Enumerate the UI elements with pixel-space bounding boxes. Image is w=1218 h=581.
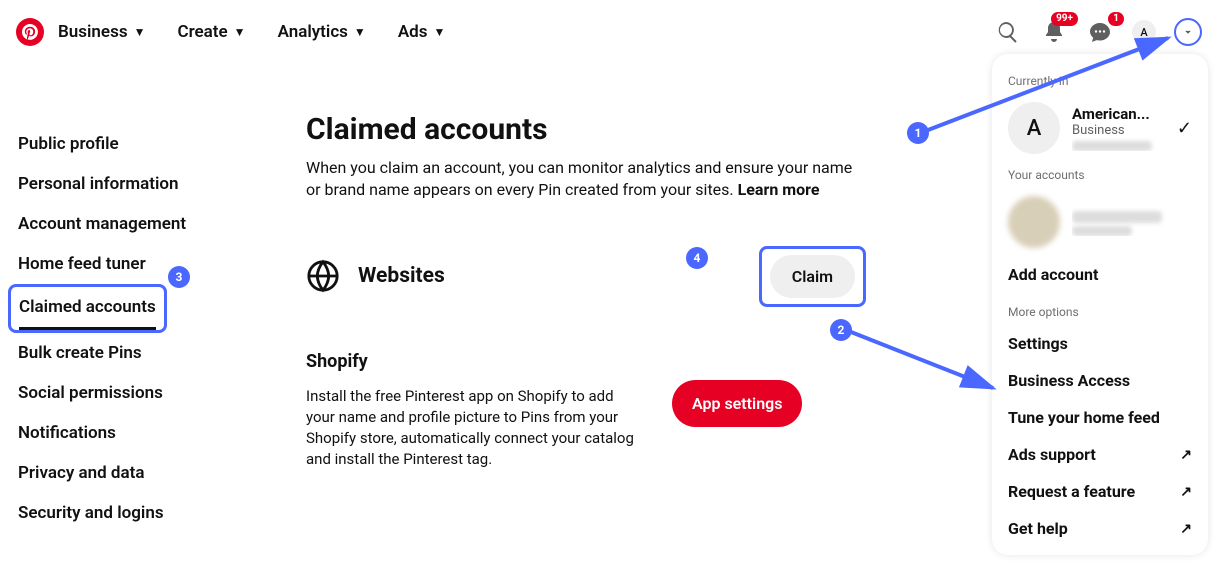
dd-blur-name [1072, 211, 1162, 223]
annotation-arrow-1 [920, 30, 1180, 140]
dd-your-accounts: Your accounts [992, 162, 1208, 188]
shopify-title: Shopify [306, 351, 866, 372]
main-content: Claimed accounts When you claim an accou… [306, 64, 866, 533]
add-account-item[interactable]: Add account [992, 256, 1208, 293]
dd-request-feature[interactable]: Request a feature↗ [992, 473, 1208, 510]
annotation-box-3: Claimed accounts [8, 284, 167, 333]
sidebar-item-bulk-pins[interactable]: Bulk create Pins [18, 333, 142, 373]
notif-badge: 99+ [1051, 12, 1078, 26]
page-title: Claimed accounts [306, 112, 866, 147]
pinterest-logo[interactable] [16, 18, 44, 46]
nav-create[interactable]: Create▼ [177, 22, 245, 42]
sidebar-item-public-profile[interactable]: Public profile [18, 124, 119, 164]
learn-more-link[interactable]: Learn more [738, 180, 820, 199]
websites-section: Websites Claim [306, 246, 866, 307]
annotation-bubble-1: 1 [907, 122, 929, 144]
nav-ads[interactable]: Ads▼ [398, 22, 446, 42]
chevron-down-icon: ▼ [433, 25, 445, 39]
sidebar-item-account-mgmt[interactable]: Account management [18, 204, 186, 244]
chevron-down-icon: ▼ [354, 25, 366, 39]
websites-label: Websites [358, 264, 445, 288]
dd-more-options: More options [992, 299, 1208, 325]
dd-ads-support[interactable]: Ads support↗ [992, 436, 1208, 473]
globe-icon [306, 259, 340, 293]
page-desc: When you claim an account, you can monit… [306, 157, 866, 202]
app-settings-button[interactable]: App settings [672, 380, 802, 427]
shopify-section: Shopify Install the free Pinterest app o… [306, 351, 866, 470]
sidebar-item-security[interactable]: Security and logins [18, 493, 164, 533]
claim-button[interactable]: Claim [770, 255, 855, 298]
nav-analytics[interactable]: Analytics▼ [278, 22, 366, 42]
dd-acct-blur [1072, 141, 1152, 151]
chevron-down-icon: ▼ [134, 25, 146, 39]
dd-avatar-blur [1008, 196, 1060, 248]
sidebar-item-social-perms[interactable]: Social permissions [18, 373, 163, 413]
sidebar-item-personal-info[interactable]: Personal information [18, 164, 179, 204]
dd-other-account[interactable] [992, 188, 1208, 256]
sidebar-item-home-feed[interactable]: Home feed tuner [18, 244, 146, 284]
dd-blur-sub [1072, 226, 1132, 236]
dd-get-help[interactable]: Get help↗ [992, 510, 1208, 547]
nav-business[interactable]: Business▼ [58, 22, 145, 42]
external-icon: ↗ [1180, 484, 1192, 500]
dd-tune-feed[interactable]: Tune your home feed [992, 399, 1208, 436]
sidebar: Public profile Personal information Acco… [18, 64, 278, 533]
external-icon: ↗ [1180, 447, 1192, 463]
annotation-box-4: Claim [759, 246, 866, 307]
annotation-bubble-4: 4 [686, 247, 708, 269]
shopify-desc: Install the free Pinterest app on Shopif… [306, 386, 646, 470]
annotation-bubble-3: 3 [168, 266, 190, 288]
external-icon: ↗ [1180, 521, 1192, 537]
msg-badge: 1 [1108, 12, 1124, 26]
sidebar-item-claimed-accounts[interactable]: Claimed accounts [19, 287, 156, 330]
dd-settings[interactable]: Settings [992, 325, 1208, 362]
sidebar-item-notifications[interactable]: Notifications [18, 413, 116, 453]
annotation-arrow-2 [845, 326, 1005, 396]
dd-business-access[interactable]: Business Access [992, 362, 1208, 399]
annotation-bubble-2: 2 [830, 319, 852, 341]
sidebar-item-privacy[interactable]: Privacy and data [18, 453, 144, 493]
top-nav: Business▼ Create▼ Analytics▼ Ads▼ [58, 22, 445, 42]
chevron-down-icon: ▼ [234, 25, 246, 39]
